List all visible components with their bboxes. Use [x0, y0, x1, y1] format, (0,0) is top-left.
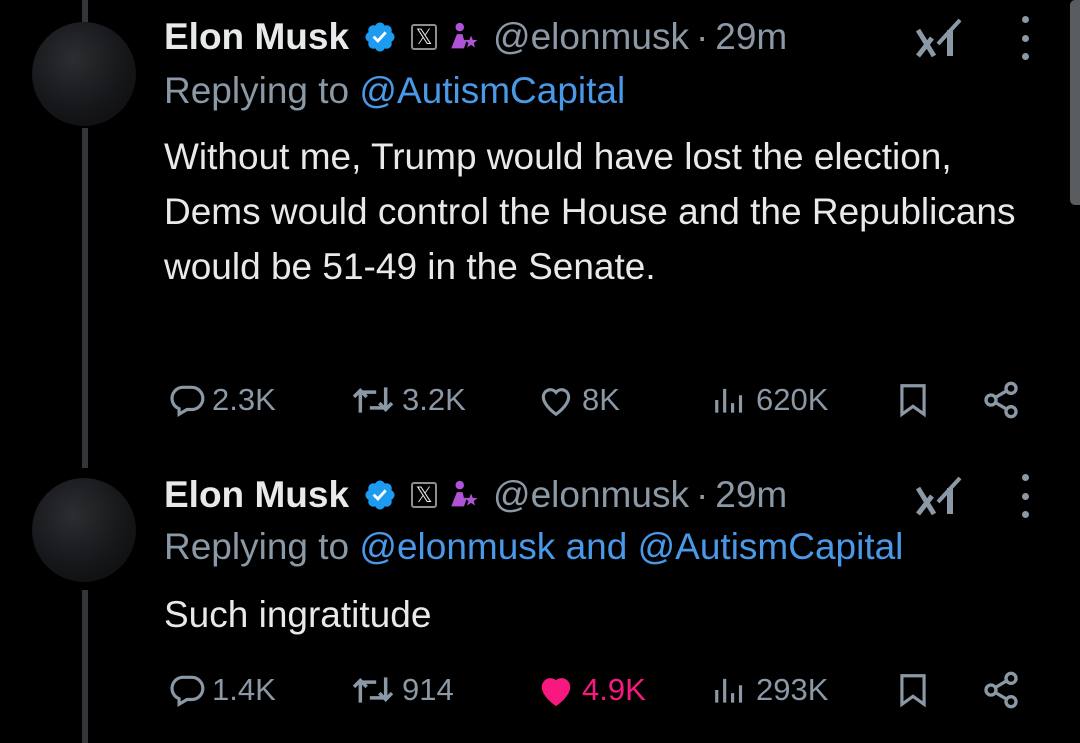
like-button[interactable]: 4.9K	[536, 668, 646, 712]
reply-button[interactable]: 1.4K	[168, 668, 276, 712]
bookmark-button[interactable]	[894, 378, 932, 422]
replying-prefix: Replying to	[164, 70, 350, 111]
replying-mention-link[interactable]: @elonmusk and @AutismCapital	[359, 526, 903, 567]
replying-to: Replying to @elonmusk and @AutismCapital	[164, 526, 903, 568]
separator-dot: ·	[695, 474, 709, 515]
verified-badge-icon[interactable]	[363, 478, 397, 512]
like-icon	[541, 678, 571, 707]
repost-icon	[352, 387, 394, 413]
tweet-actions: 1.4K 914 4.9K 293K	[0, 668, 1080, 712]
replying-to: Replying to @AutismCapital	[164, 70, 625, 112]
timestamp[interactable]: 29m	[715, 16, 787, 58]
views-count: 293K	[756, 672, 829, 707]
like-icon	[541, 388, 571, 417]
government-icon[interactable]	[447, 478, 481, 512]
reply-count: 1.4K	[212, 672, 276, 707]
reply-icon	[170, 675, 205, 708]
tweet-text: Without me, Trump would have lost the el…	[164, 136, 1016, 287]
like-count: 4.9K	[582, 672, 646, 707]
repost-button[interactable]: 3.2K	[350, 378, 466, 422]
views-icon	[715, 678, 743, 703]
views-button[interactable]: 293K	[712, 668, 828, 712]
repost-count: 3.2K	[402, 382, 466, 417]
reply-count: 2.3K	[212, 382, 276, 417]
share-icon	[984, 381, 1018, 419]
timestamp[interactable]: 29m	[715, 474, 787, 516]
bookmark-button[interactable]	[894, 668, 932, 712]
verified-badge-icon[interactable]	[363, 20, 397, 54]
avatar[interactable]	[32, 22, 136, 126]
author-handle[interactable]: @elonmusk	[493, 16, 689, 58]
timeline: Elon Musk 𝕏 @elonmusk · 29m Replying to	[0, 0, 1080, 743]
bookmark-icon	[900, 384, 926, 418]
separator-dot: ·	[695, 16, 709, 57]
tweet-actions: 2.3K 3.2K 8K 620K	[0, 378, 1080, 422]
bookmark-icon	[900, 674, 926, 708]
repost-count: 914	[402, 672, 454, 707]
more-icon[interactable]	[1012, 474, 1038, 518]
tweet-text: Such ingratitude	[164, 594, 432, 635]
author-handle[interactable]: @elonmusk	[493, 474, 689, 516]
views-button[interactable]: 620K	[712, 378, 828, 422]
more-icon[interactable]	[1012, 16, 1038, 60]
like-button[interactable]: 8K	[536, 378, 620, 422]
share-icon	[984, 671, 1018, 709]
x-affiliation-icon[interactable]: 𝕏	[411, 24, 438, 50]
replying-prefix: Replying to	[164, 526, 350, 567]
tweet[interactable]: Elon Musk 𝕏 @elonmusk · 29m Replying to	[0, 12, 1080, 432]
author-name[interactable]: Elon Musk	[164, 474, 349, 516]
replying-mention-link[interactable]: @AutismCapital	[359, 70, 625, 111]
tweet-header: Elon Musk 𝕏 @elonmusk · 29m	[164, 12, 787, 62]
avatar[interactable]	[32, 478, 136, 582]
like-count: 8K	[582, 382, 620, 417]
views-icon	[715, 388, 743, 413]
views-count: 620K	[756, 382, 829, 417]
grok-icon[interactable]	[916, 476, 964, 516]
reply-button[interactable]: 2.3K	[168, 378, 276, 422]
share-button[interactable]	[980, 668, 1022, 712]
share-button[interactable]	[980, 378, 1022, 422]
grok-icon[interactable]	[916, 18, 964, 58]
government-icon[interactable]	[447, 20, 481, 54]
repost-icon	[352, 677, 394, 703]
tweet[interactable]: Elon Musk 𝕏 @elonmusk · 29m Replying to	[0, 470, 1080, 743]
repost-button[interactable]: 914	[350, 668, 454, 712]
reply-icon	[170, 385, 205, 418]
tweet-header: Elon Musk 𝕏 @elonmusk · 29m	[164, 470, 787, 520]
author-name[interactable]: Elon Musk	[164, 16, 349, 58]
x-affiliation-icon[interactable]: 𝕏	[411, 482, 438, 508]
